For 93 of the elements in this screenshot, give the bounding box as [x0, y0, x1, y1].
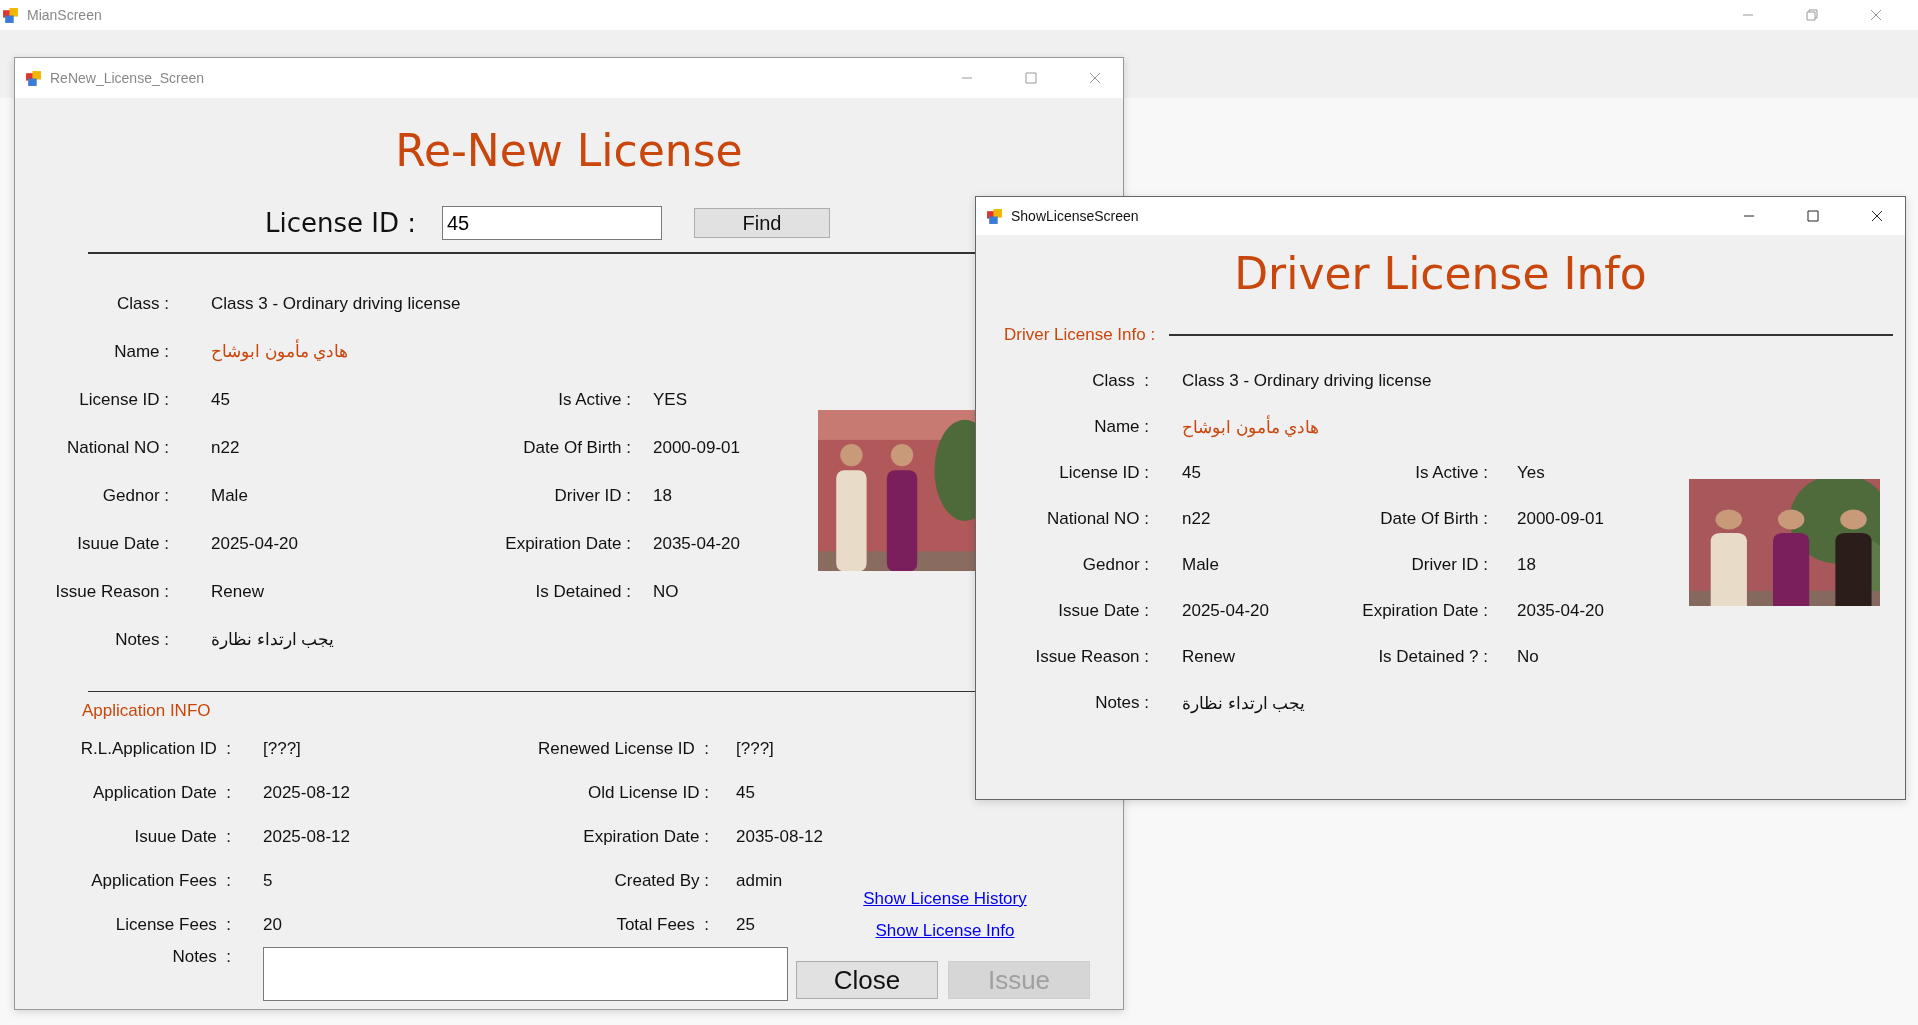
field-value: 20 [263, 915, 282, 935]
field-label: Notes : [171, 947, 231, 967]
field-value: NO [653, 581, 679, 602]
field-label: Application Fees : [90, 871, 231, 891]
field-value: 45 [736, 783, 755, 803]
section-title: Driver License Info : [1004, 325, 1156, 345]
field-label: Name : [1093, 417, 1149, 437]
field-value: n22 [1182, 509, 1211, 529]
field-label: Issue Reason : [1034, 647, 1149, 667]
field-label: Name : [113, 341, 169, 362]
field-value: Renew [1182, 647, 1235, 667]
field-value: هادي مأمون ابوشاح [1182, 416, 1320, 438]
field-value: Renew [211, 581, 264, 602]
section-title: Application INFO [82, 701, 211, 722]
field-label: Isuue Date : [76, 533, 169, 554]
action-button[interactable]: Close [796, 961, 938, 999]
field-value: No [1517, 647, 1539, 667]
app-icon [2, 6, 19, 24]
field-value: n22 [211, 437, 240, 458]
field-label: Isuue Date : [133, 827, 231, 847]
field-label: National NO : [65, 437, 169, 458]
app-icon [986, 207, 1003, 225]
field-label: Is Active : [557, 389, 631, 410]
close-icon[interactable] [1871, 210, 1883, 222]
app-icon [25, 69, 42, 87]
field-value: 45 [211, 389, 230, 410]
field-value: 2035-08-12 [736, 827, 823, 847]
field-value: 2000-09-01 [1517, 509, 1604, 529]
window-title: MianScreen [27, 7, 102, 23]
window-title: ShowLicenseScreen [1011, 208, 1139, 224]
field-value: 25 [736, 915, 755, 935]
field-value: Male [211, 485, 248, 506]
field-label: Is Detained ? : [1377, 647, 1488, 667]
field-value: admin [736, 871, 783, 891]
field-value: هادي مأمون ابوشاح [211, 341, 349, 362]
field-label: License ID : [78, 389, 169, 410]
find-button[interactable]: Find [694, 208, 830, 238]
field-label: Issue Reason : [54, 581, 169, 602]
field-label: National NO : [1045, 509, 1149, 529]
field-value: Class 3 - Ordinary driving license [1182, 371, 1432, 391]
field-value: يجب ارتداء نظارة [1182, 692, 1306, 714]
field-value: 2025-04-20 [1182, 601, 1269, 621]
link[interactable]: Show License Info [875, 921, 1015, 941]
notes-field[interactable] [263, 947, 788, 1001]
field-label: Class : [1091, 371, 1149, 391]
field-label: Old License ID : [587, 783, 709, 803]
field-label: Created By : [613, 871, 709, 891]
field-label: Is Active : [1414, 463, 1488, 483]
field-label: Total Fees : [615, 915, 709, 935]
field-value: [???] [736, 739, 774, 759]
field-value: Male [1182, 555, 1219, 575]
field-value: 2035-04-20 [1517, 601, 1604, 621]
form-heading: Driver License Info [1234, 247, 1647, 299]
maximize-icon[interactable] [1807, 210, 1819, 222]
field-value: YES [653, 389, 688, 410]
field-label: License Fees : [114, 915, 231, 935]
field-value: 18 [653, 485, 672, 506]
restore-icon[interactable] [1806, 9, 1818, 21]
field-value: 45 [1182, 463, 1201, 483]
field-label: Expiration Date : [1361, 601, 1488, 621]
field-label: Driver ID : [1410, 555, 1488, 575]
link[interactable]: Show License History [863, 889, 1027, 909]
field-value: Class 3 - Ordinary driving license [211, 293, 461, 314]
field-value: 5 [263, 871, 273, 891]
field-label: Date Of Birth : [1379, 509, 1488, 529]
field-label: Gednor : [101, 485, 169, 506]
field-label: Driver ID : [553, 485, 631, 506]
field-value: يجب ارتداء نظارة [211, 629, 335, 650]
field-label: Notes : [114, 629, 169, 650]
field-value: [???] [263, 739, 301, 759]
field-label: Gednor : [1081, 555, 1149, 575]
field-label: Is Detained : [534, 581, 631, 602]
field-label: Application Date : [92, 783, 231, 803]
field-value: 2025-08-12 [263, 783, 350, 803]
field-label: Class : [116, 293, 169, 314]
window-title: ReNew_License_Screen [50, 70, 205, 86]
field-label: Expiration Date : [504, 533, 631, 554]
field-label: Renewed License ID : [536, 739, 709, 759]
field-value: Yes [1517, 463, 1545, 483]
field-value: 2035-04-20 [653, 533, 740, 554]
license-id-label: License ID : [265, 208, 417, 238]
field-value: 2025-08-12 [263, 827, 350, 847]
field-value: 2025-04-20 [211, 533, 298, 554]
field-value: 18 [1517, 555, 1536, 575]
form-heading: Re-New License [395, 124, 743, 176]
field-label: Expiration Date : [582, 827, 709, 847]
field-label: License ID : [1058, 463, 1149, 483]
field-value: 2000-09-01 [653, 437, 740, 458]
field-label: Date Of Birth : [522, 437, 631, 458]
license-id-field[interactable]: 45 [442, 206, 662, 240]
field-label: R.L.Application ID : [79, 739, 231, 759]
field-label: Notes : [1094, 693, 1149, 713]
field-label: Issue Date : [1057, 601, 1149, 621]
